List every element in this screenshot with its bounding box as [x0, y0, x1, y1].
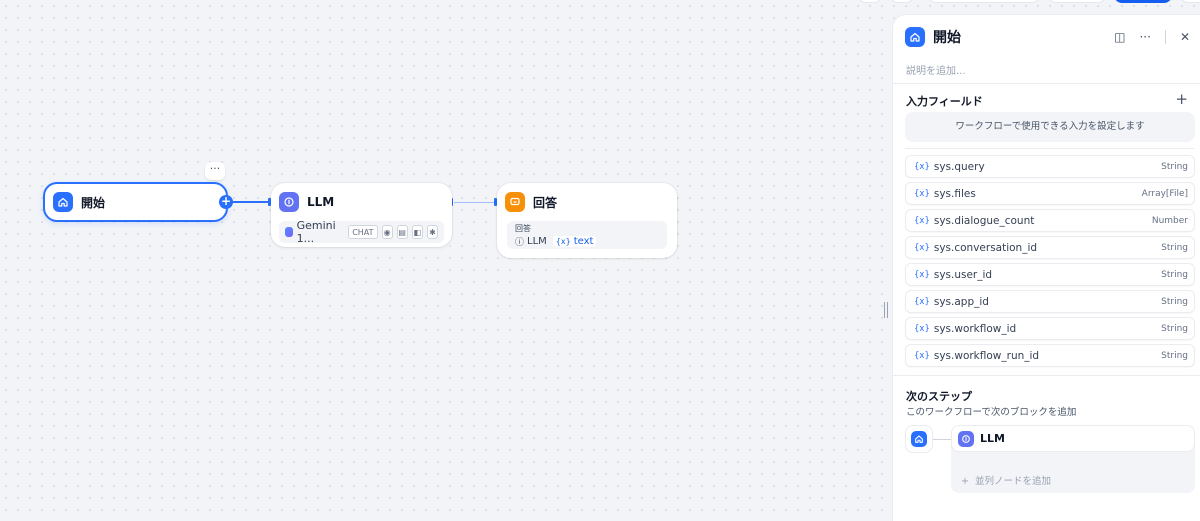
description-input[interactable]: 説明を追加...: [906, 62, 966, 77]
variable-icon: {x}: [914, 242, 930, 253]
add-input-icon[interactable]: +: [1175, 90, 1188, 108]
plus-icon: +: [961, 476, 969, 487]
gemini-icon: [285, 227, 293, 237]
answer-var-node: ⓘ LLM: [515, 236, 547, 248]
next-node-llm[interactable]: LLM: [951, 425, 1195, 452]
variable-row[interactable]: {x} sys.workflow_id String: [905, 317, 1195, 340]
divider: [893, 83, 1200, 84]
toolbar-button[interactable]: [1180, 0, 1200, 3]
panel-resize-handle[interactable]: [884, 302, 888, 318]
variable-icon: {x}: [555, 237, 571, 246]
document-icon: ▤: [396, 225, 408, 239]
answer-content: 回答 ⓘ LLM {x} text: [507, 221, 667, 249]
llm-small-icon: ⓘ: [515, 238, 525, 248]
variable-row[interactable]: {x} sys.files Array[File]: [905, 182, 1195, 205]
next-node-label: LLM: [980, 432, 1005, 445]
model-selector[interactable]: Gemini 1... CHAT ◉ ▤ ◧ ✱: [279, 219, 444, 245]
next-step-connector: [933, 439, 951, 440]
next-step-list: LLM + 並列ノードを追加: [951, 425, 1195, 493]
home-icon: [53, 192, 73, 212]
llm-icon: [958, 430, 974, 447]
variable-row[interactable]: {x} sys.query String: [905, 155, 1195, 178]
toolbar-button[interactable]: [890, 0, 914, 3]
llm-icon: [279, 192, 299, 212]
add-parallel-node-button[interactable]: + 並列ノードを追加: [961, 473, 1051, 487]
variable-icon: {x}: [914, 161, 930, 172]
divider: [893, 375, 1200, 376]
variable-icon: {x}: [914, 350, 930, 361]
toolbar-button[interactable]: [1048, 0, 1106, 3]
llm-node-title: LLM: [307, 195, 335, 209]
model-name: Gemini 1...: [296, 219, 336, 245]
variable-icon: {x}: [914, 269, 930, 280]
node-settings-panel: 開始 ◫ ··· ✕ 説明を追加... 入力フィールド + ワークフローで使用で…: [892, 14, 1200, 521]
answer-icon: [505, 192, 525, 212]
start-node[interactable]: 開始: [43, 182, 228, 222]
panel-title[interactable]: 開始: [933, 27, 961, 47]
node-more-button[interactable]: ···: [205, 162, 225, 180]
add-next-node-icon[interactable]: +: [219, 195, 233, 209]
variable-icon: {x}: [914, 215, 930, 226]
mode-tag: CHAT: [348, 225, 378, 239]
variable-row[interactable]: {x} sys.workflow_run_id String: [905, 344, 1195, 367]
input-section-title: 入力フィールド: [906, 95, 983, 108]
answer-label: 回答: [515, 224, 531, 233]
variable-row[interactable]: {x} sys.dialogue_count Number: [905, 209, 1195, 232]
answer-node[interactable]: 回答 回答 ⓘ LLM {x} text: [497, 183, 677, 258]
tools-icon: ✱: [426, 225, 438, 239]
edge-start-llm[interactable]: [232, 201, 270, 203]
vision-icon: ◉: [381, 225, 393, 239]
home-icon: [905, 27, 925, 47]
variable-row[interactable]: {x} sys.user_id String: [905, 263, 1195, 286]
variable-icon: {x}: [914, 296, 930, 307]
toolbar-button[interactable]: [858, 0, 882, 3]
video-icon: ◧: [411, 225, 423, 239]
variable-icon: {x}: [914, 188, 930, 199]
next-step-source: [905, 425, 933, 453]
llm-node[interactable]: LLM Gemini 1... CHAT ◉ ▤ ◧ ✱: [271, 183, 452, 247]
more-icon[interactable]: ···: [1139, 30, 1150, 44]
vertical-divider: [1164, 30, 1166, 44]
input-hint: ワークフローで使用できる入力を設定します: [905, 112, 1195, 142]
split-view-icon[interactable]: ◫: [1114, 30, 1125, 44]
edge-llm-answer[interactable]: [454, 202, 496, 203]
variable-list: {x} sys.query String {x} sys.files Array[Fil…: [905, 155, 1195, 371]
home-icon: [911, 431, 927, 447]
answer-var-name: {x} text: [552, 236, 597, 247]
publish-button[interactable]: [1114, 0, 1172, 3]
next-step-description: このワークフローで次のブロックを追加: [906, 407, 1077, 418]
answer-node-title: 回答: [533, 195, 558, 210]
start-node-title: 開始: [81, 195, 106, 210]
next-step-title: 次のステップ: [906, 390, 972, 403]
variable-row[interactable]: {x} sys.conversation_id String: [905, 236, 1195, 259]
close-icon[interactable]: ✕: [1180, 30, 1190, 44]
variable-icon: {x}: [914, 323, 930, 334]
divider: [905, 148, 1194, 149]
toolbar-button[interactable]: [928, 0, 1040, 3]
variable-row[interactable]: {x} sys.app_id String: [905, 290, 1195, 313]
